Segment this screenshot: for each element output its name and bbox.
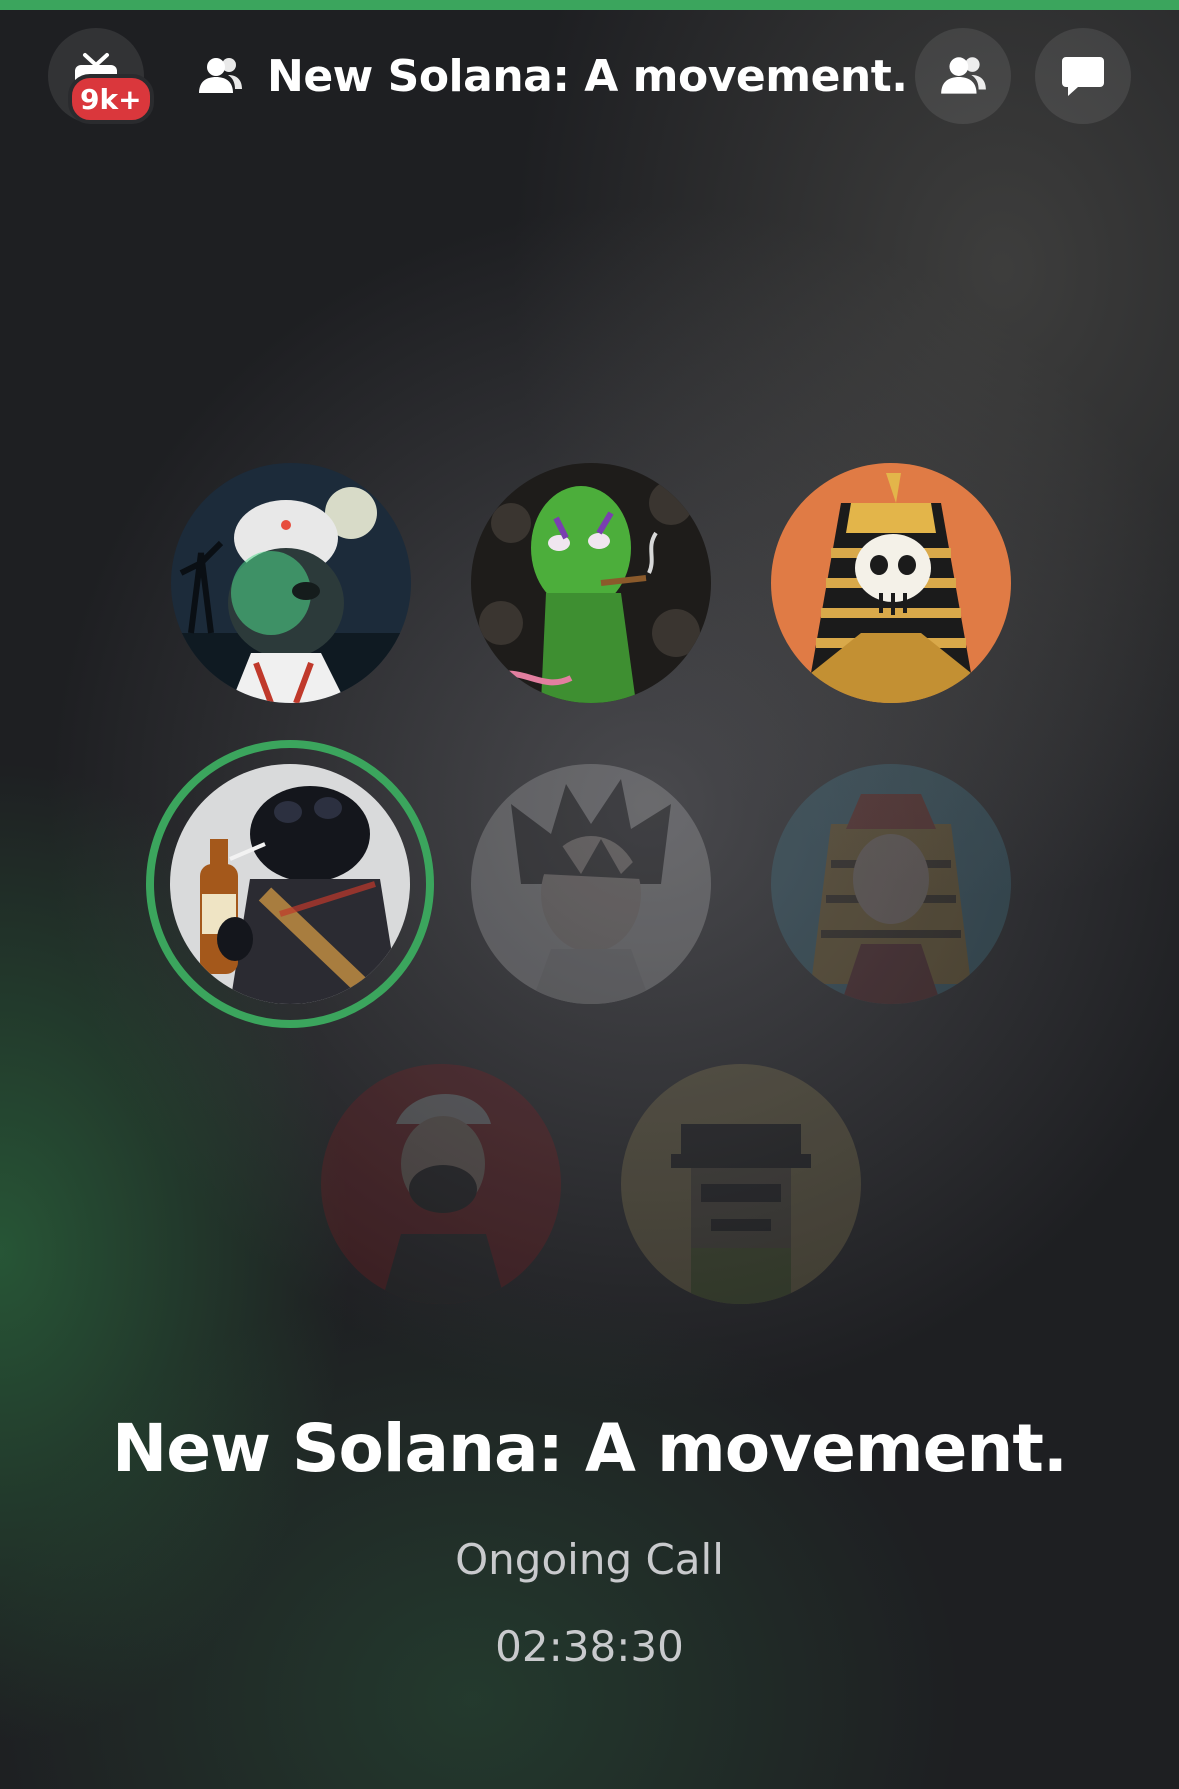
participant-avatar-7[interactable] — [321, 1064, 561, 1304]
group-icon — [199, 58, 242, 93]
notification-badge: 9k+ — [68, 74, 154, 124]
participant-avatar-3[interactable] — [771, 463, 1011, 703]
participant-avatar-4[interactable] — [170, 764, 410, 1004]
participants-button[interactable] — [915, 28, 1011, 124]
hooded-creature-halloween-avatar — [171, 463, 411, 703]
participant-avatar-6[interactable] — [771, 764, 1011, 1004]
top-call-indicator — [0, 0, 1179, 10]
pixel-character-avatar — [621, 1064, 861, 1304]
participant-avatar-8[interactable] — [621, 1064, 861, 1304]
participant-avatar-2[interactable] — [471, 463, 711, 703]
green-zombie-avatar — [471, 463, 711, 703]
call-status: Ongoing Call — [455, 1535, 724, 1584]
pharaoh-boy-avatar — [771, 764, 1011, 1004]
chat-button[interactable] — [1035, 28, 1131, 124]
back-button[interactable]: 9k+ — [48, 28, 154, 124]
call-timer: 02:38:30 — [495, 1622, 684, 1671]
participant-avatar-5[interactable] — [471, 764, 711, 1004]
call-title: New Solana: A movement. — [112, 1410, 1068, 1487]
anime-boy-avatar — [471, 764, 711, 1004]
header-title-row: New Solana: A movement. — [195, 46, 908, 106]
header-title: New Solana: A movement. — [267, 50, 908, 102]
call-header: 9k+ New Solana: A movement. — [0, 10, 1179, 140]
pharaoh-skull-avatar — [771, 463, 1011, 703]
participant-avatar-1[interactable] — [171, 463, 411, 703]
chat-bubble-icon — [1062, 57, 1104, 96]
participants-icon — [941, 57, 986, 94]
frog-with-bottle-avatar — [170, 764, 410, 1004]
masked-figure-avatar — [321, 1064, 561, 1304]
